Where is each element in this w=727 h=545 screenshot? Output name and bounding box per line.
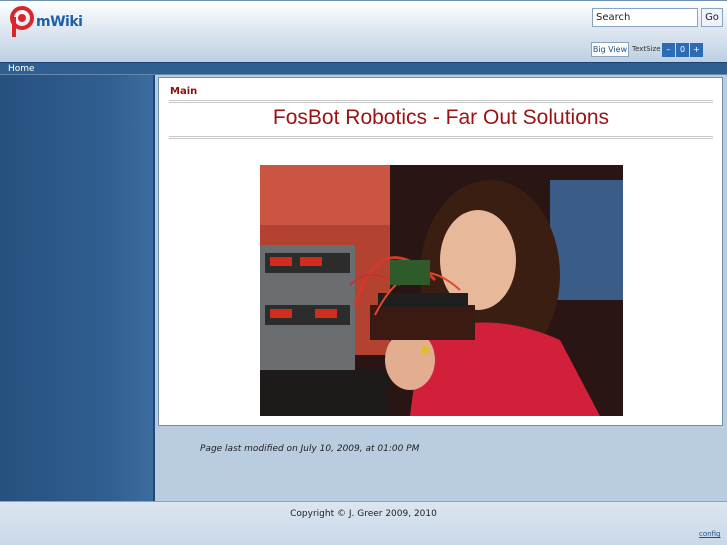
text-size-decrease-button[interactable]: –: [662, 43, 675, 57]
copyright: Copyright © J. Greer 2009, 2010: [290, 509, 437, 519]
footer: Copyright © J. Greer 2009, 2010 config: [0, 501, 727, 545]
text-size-label: TextSize: [632, 45, 661, 53]
logo-text[interactable]: mWiki: [36, 14, 83, 30]
text-size-increase-button[interactable]: +: [690, 43, 703, 57]
text-size-reset-button[interactable]: 0: [676, 43, 689, 57]
main-content: Main FosBot Robotics - Far Out Solutions: [158, 77, 723, 426]
group-link[interactable]: Main: [170, 86, 197, 97]
nav-home-link[interactable]: Home: [8, 63, 35, 75]
last-modified: Page last modified on July 10, 2009, at …: [200, 444, 420, 454]
nav-bar: Home: [0, 62, 727, 75]
config-link[interactable]: config: [699, 530, 720, 538]
search-input[interactable]: [592, 8, 698, 27]
sidebar: [0, 75, 155, 501]
page-title: FosBot Robotics - Far Out Solutions: [272, 106, 610, 129]
robot-photo: [260, 165, 623, 416]
big-view-button[interactable]: Big View: [591, 42, 629, 57]
divider: [169, 100, 713, 103]
divider: [169, 136, 713, 139]
go-button[interactable]: Go: [701, 8, 723, 27]
header: mWiki Go Big View TextSize – 0 +: [0, 0, 727, 62]
